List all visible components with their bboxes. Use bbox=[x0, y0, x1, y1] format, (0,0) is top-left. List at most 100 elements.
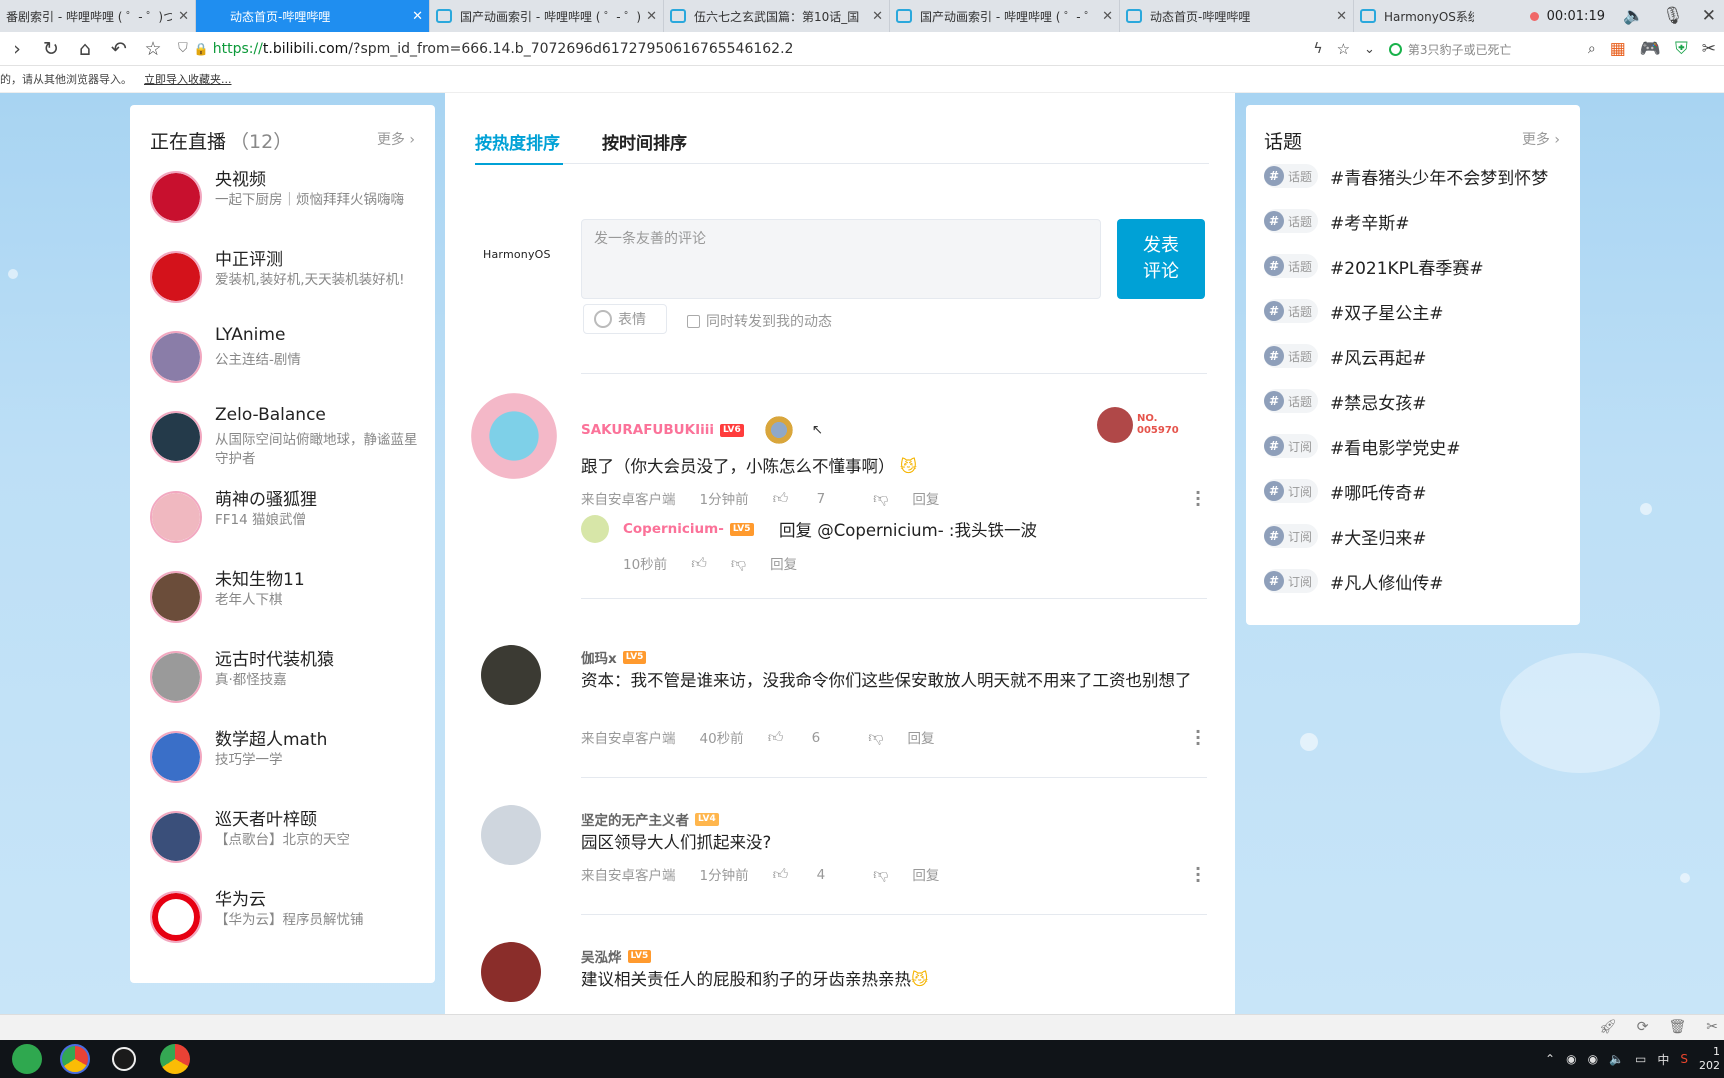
shield-check-icon[interactable]: ⛨ bbox=[1675, 39, 1688, 59]
live-streamer-name[interactable]: 萌神の骚狐狸 bbox=[215, 485, 317, 510]
topic-more-link[interactable]: 更多 › bbox=[1522, 129, 1560, 149]
live-streamer-name[interactable]: 央视频 bbox=[215, 165, 266, 190]
search-input[interactable]: 第3只豹子或已死亡 bbox=[1388, 37, 1574, 61]
username[interactable]: 坚定的无产主义者 bbox=[581, 809, 689, 829]
avatar[interactable] bbox=[150, 491, 202, 543]
live-streamer-name[interactable]: 华为云 bbox=[215, 885, 266, 910]
like-button[interactable]: 👍︎ 6 bbox=[768, 728, 845, 747]
topic-item[interactable]: # 话题 #双子星公主# bbox=[1264, 296, 1444, 326]
live-item[interactable]: 数学超人math 技巧学一学 bbox=[150, 725, 425, 797]
topic-item[interactable]: # 话题 #考辛斯# bbox=[1264, 206, 1410, 236]
microphone-icon[interactable]: 🎙 bbox=[1662, 6, 1684, 26]
like-button[interactable]: 👍︎ 4 bbox=[773, 865, 850, 884]
tab-sort-time[interactable]: 按时间排序 bbox=[602, 129, 687, 154]
sogou-icon[interactable]: S bbox=[1680, 1052, 1688, 1066]
topic-item[interactable]: # 订阅 #凡人修仙传# bbox=[1264, 566, 1444, 596]
topic-name[interactable]: #风云再起# bbox=[1330, 344, 1427, 369]
username[interactable]: 伽玛x bbox=[581, 647, 617, 667]
live-streamer-name[interactable]: Zelo-Balance bbox=[215, 405, 326, 425]
live-stream-title[interactable]: 从国际空间站俯瞰地球，静谧蓝星守护者 bbox=[215, 431, 425, 469]
system-clock[interactable]: 1 202 bbox=[1699, 1045, 1720, 1073]
speaker-icon[interactable]: 🔈 bbox=[1623, 6, 1644, 26]
username[interactable]: 吴泓烨 bbox=[581, 946, 622, 966]
topic-name[interactable]: #考辛斯# bbox=[1330, 209, 1410, 234]
avatar[interactable] bbox=[481, 805, 541, 865]
username[interactable]: SAKURAFUBUKIiii bbox=[581, 422, 714, 438]
thumbs-down-icon[interactable]: 👎︎ bbox=[868, 728, 883, 747]
browser-tab[interactable]: 国产动画索引 - 哔哩哔哩 ( ゜- ゜)つロ ✕ bbox=[430, 0, 664, 32]
live-stream-title[interactable]: 真·都怪技嘉 bbox=[215, 671, 425, 690]
live-item[interactable]: 巡天者叶梓颐 【点歌台】北京的天空 bbox=[150, 805, 425, 877]
scissors-icon[interactable]: ✂ bbox=[1706, 1019, 1718, 1035]
reply-button[interactable]: 回复 bbox=[770, 553, 797, 573]
browser-tab-active[interactable]: 动态首页-哔哩哔哩 ✕ bbox=[196, 0, 430, 32]
browser-app-icon[interactable] bbox=[60, 1044, 90, 1074]
trash-icon[interactable]: 🗑︎ bbox=[1668, 1019, 1686, 1035]
import-bookmarks-link[interactable]: 立即导入收藏夹... bbox=[144, 71, 232, 87]
topic-name[interactable]: #哪吒传奇# bbox=[1330, 479, 1427, 504]
avatar[interactable] bbox=[471, 393, 557, 479]
close-icon[interactable]: ✕ bbox=[178, 9, 189, 24]
live-item[interactable]: 中正评测 爱装机,装好机,天天装机装好机! bbox=[150, 245, 425, 317]
shield-icon[interactable]: ⛉ bbox=[178, 41, 188, 56]
avatar[interactable] bbox=[150, 571, 202, 623]
bookmark-star-icon[interactable]: ☆ bbox=[136, 38, 170, 60]
avatar[interactable] bbox=[150, 331, 202, 383]
avatar[interactable] bbox=[150, 811, 202, 863]
tab-sort-hot[interactable]: 按热度排序 bbox=[475, 129, 560, 154]
qq-app-icon[interactable] bbox=[112, 1047, 136, 1071]
topic-item[interactable]: # 订阅 #看电影学党史# bbox=[1264, 431, 1461, 461]
topic-item[interactable]: # 订阅 #大圣归来# bbox=[1264, 521, 1427, 551]
more-options-icon[interactable]: · · · bbox=[1195, 724, 1201, 752]
avatar[interactable] bbox=[150, 171, 202, 223]
topic-name[interactable]: #双子星公主# bbox=[1330, 299, 1444, 324]
ime-indicator[interactable]: 中 bbox=[1657, 1051, 1669, 1068]
live-streamer-name[interactable]: 巡天者叶梓颐 bbox=[215, 805, 317, 830]
reload-icon[interactable]: ↻ bbox=[34, 38, 68, 60]
username[interactable]: Copernicium- bbox=[623, 521, 724, 537]
gamepad-icon[interactable]: 🎮 bbox=[1640, 39, 1661, 59]
thumbs-down-icon[interactable]: 👎︎ bbox=[873, 489, 888, 508]
topic-name[interactable]: #禁忌女孩# bbox=[1330, 389, 1427, 414]
avatar[interactable] bbox=[481, 645, 541, 705]
topic-name[interactable]: #看电影学党史# bbox=[1330, 434, 1461, 459]
chevron-up-icon[interactable]: ⌃ bbox=[1545, 1052, 1555, 1066]
volume-icon[interactable]: 🔈 bbox=[1609, 1052, 1624, 1066]
url-field[interactable]: https://t.bilibili.com/?spm_id_from=666.… bbox=[213, 41, 794, 57]
avatar[interactable] bbox=[150, 891, 202, 943]
qq-tray-icon[interactable]: ◉ bbox=[1566, 1052, 1576, 1066]
live-item[interactable]: 未知生物11 老年人下棋 bbox=[150, 565, 425, 637]
refresh-icon[interactable]: ⟳ bbox=[1637, 1019, 1649, 1035]
live-stream-title[interactable]: 爱装机,装好机,天天装机装好机! bbox=[215, 271, 425, 290]
topic-name[interactable]: #2021KPL春季赛# bbox=[1330, 254, 1484, 279]
thumbs-down-icon[interactable]: 👎︎ bbox=[731, 554, 746, 573]
live-item[interactable]: 华为云 【华为云】程序员解忧铺 bbox=[150, 885, 425, 957]
more-options-icon[interactable]: · · · bbox=[1195, 861, 1201, 889]
scissors-icon[interactable]: ✂ bbox=[1702, 39, 1716, 59]
close-icon[interactable]: ✕ bbox=[1102, 9, 1113, 24]
close-icon[interactable]: ✕ bbox=[872, 9, 883, 24]
undo-icon[interactable]: ↶ bbox=[102, 38, 136, 60]
lightning-icon[interactable]: ϟ bbox=[1313, 41, 1322, 57]
star-icon[interactable]: ☆ bbox=[1337, 40, 1350, 58]
live-item[interactable]: 央视频 一起下厨房｜烦恼拜拜火锅嗨嗨 bbox=[150, 165, 425, 237]
topic-item[interactable]: # 话题 #青春猪头少年不会梦到怀梦 bbox=[1264, 161, 1548, 191]
avatar[interactable] bbox=[150, 411, 202, 463]
browser-tab[interactable]: 番剧索引 - 哔哩哔哩 ( ゜- ゜)つロ 干杯 ✕ bbox=[0, 0, 196, 32]
live-more-link[interactable]: 更多 › bbox=[377, 129, 415, 149]
live-item[interactable]: 萌神の骚狐狸 FF14 猫娘武僧 bbox=[150, 485, 425, 557]
avatar[interactable] bbox=[581, 515, 609, 543]
live-streamer-name[interactable]: 数学超人math bbox=[215, 725, 327, 750]
live-streamer-name[interactable]: LYAnime bbox=[215, 325, 285, 345]
record-dot-icon[interactable] bbox=[1529, 11, 1539, 21]
live-item[interactable]: Zelo-Balance 从国际空间站俯瞰地球，静谧蓝星守护者 bbox=[150, 405, 425, 477]
avatar[interactable] bbox=[150, 731, 202, 783]
topic-name[interactable]: #大圣归来# bbox=[1330, 524, 1427, 549]
close-icon[interactable]: ✕ bbox=[646, 9, 657, 24]
network-icon[interactable]: ▭ bbox=[1635, 1052, 1646, 1066]
live-stream-title[interactable]: 一起下厨房｜烦恼拜拜火锅嗨嗨 bbox=[215, 191, 425, 210]
live-stream-title[interactable]: 老年人下棋 bbox=[215, 591, 425, 610]
rocket-icon[interactable]: 🚀︎ bbox=[1599, 1019, 1617, 1035]
browser-tab[interactable]: 国产动画索引 - 哔哩哔哩 ( ゜- ゜) ✕ bbox=[890, 0, 1120, 32]
close-icon[interactable]: ✕ bbox=[412, 9, 423, 24]
